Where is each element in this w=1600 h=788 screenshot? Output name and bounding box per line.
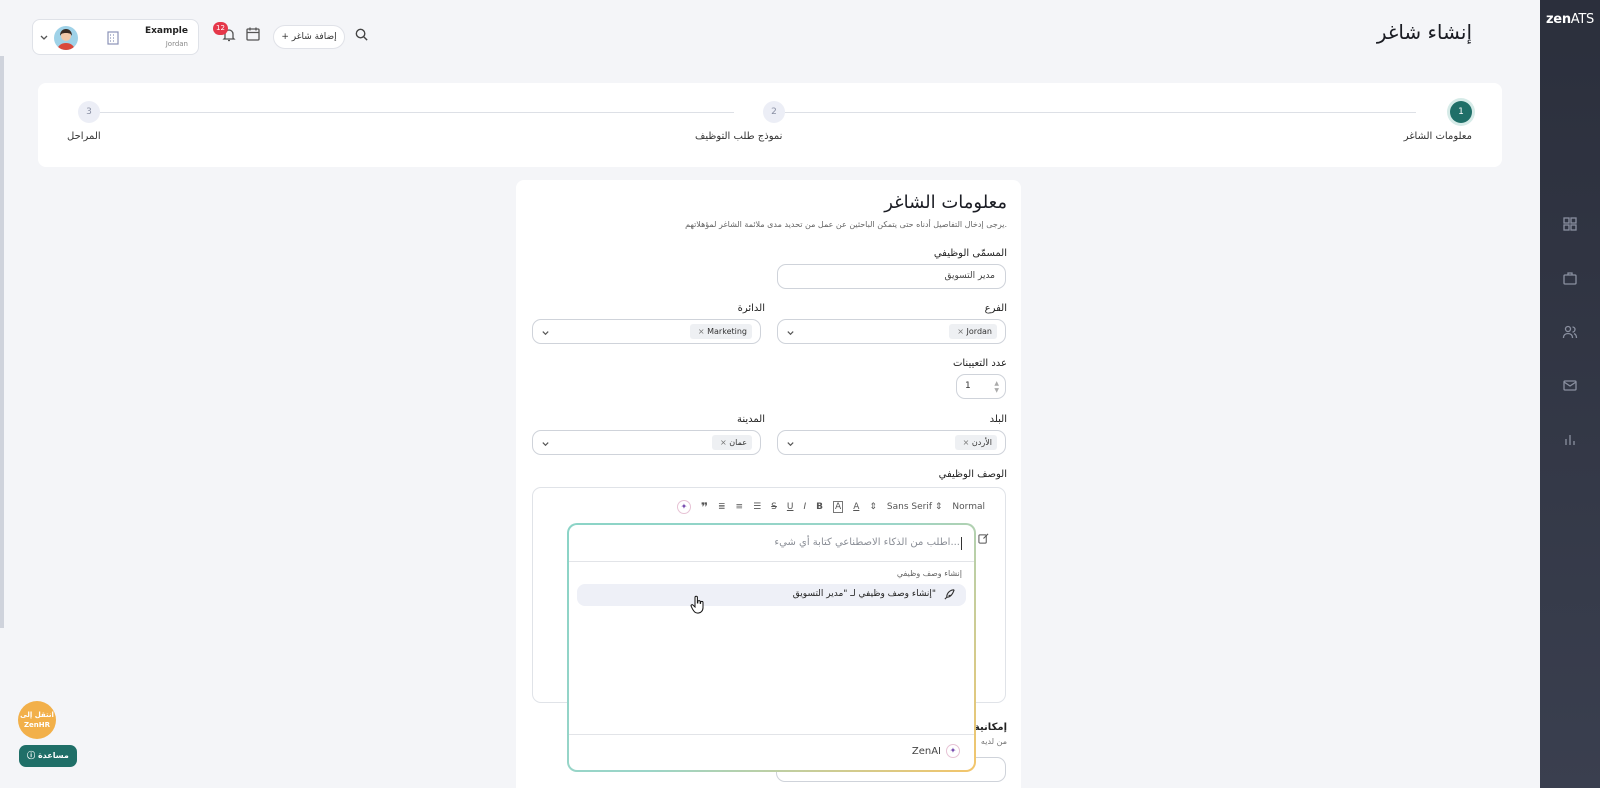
edit-icon[interactable] <box>978 533 989 544</box>
zenats-logo[interactable]: zenATS <box>1540 12 1600 27</box>
department-chip[interactable]: × Marketing <box>689 324 752 339</box>
quote-icon[interactable]: ❞ <box>701 500 708 514</box>
font-select[interactable]: Sans Serif ⇕ <box>887 502 943 512</box>
search-icon[interactable] <box>354 27 369 42</box>
color-select-icon[interactable]: ⇕ <box>869 502 877 512</box>
dashboard-icon[interactable] <box>1562 216 1578 232</box>
calendar-icon[interactable] <box>245 26 261 42</box>
help-button[interactable]: ⓘ مساعدة <box>19 745 77 767</box>
openings-stepper[interactable]: 1 ▲ ▼ <box>956 374 1006 399</box>
zenai-footer: ZenAI ✦ <box>912 744 960 758</box>
step-3-label[interactable]: المراحل <box>67 131 101 142</box>
add-job-button[interactable]: + إضافة شاغر <box>273 25 345 49</box>
step-3-indicator[interactable]: 3 <box>78 101 100 123</box>
form-title: معلومات الشاغر <box>884 192 1007 213</box>
question-icon: ⓘ <box>27 751 36 760</box>
step-connector <box>100 112 734 113</box>
ai-suggestion-text: إنشاء وصف وظيفي لـ "مدير التسويق" <box>792 589 936 599</box>
user-name: Example <box>144 26 188 36</box>
step-2-label[interactable]: نموذج طلب التوظيف <box>695 131 782 142</box>
mail-icon[interactable] <box>1562 377 1578 393</box>
openings-value: 1 <box>965 381 971 391</box>
city-label: المدينة <box>736 414 765 425</box>
city-chip[interactable]: × عمان <box>712 435 752 450</box>
editor-toolbar: Normal Sans Serif ⇕ ⇕ A A B I U S ☰ ≡ ≣ … <box>676 500 985 514</box>
step-connector <box>784 112 1416 113</box>
chevron-down-icon <box>39 32 49 42</box>
form-subtitle: يرجى إدخال التفاصيل أدناه حتى يتمكن البا… <box>685 220 1007 229</box>
spin-arrows-icon[interactable]: ▲ ▼ <box>994 380 999 394</box>
remove-chip-icon[interactable]: × <box>963 438 970 447</box>
country-chip[interactable]: × الأردن <box>954 435 997 450</box>
chevron-down-icon <box>786 328 795 337</box>
department-label: الدائرة <box>737 303 765 314</box>
remove-chip-icon[interactable]: × <box>720 438 727 447</box>
divider <box>569 734 974 735</box>
divider <box>569 561 974 562</box>
department-select[interactable]: × Marketing <box>532 319 761 344</box>
ai-sparkle-icon[interactable]: ✦ <box>676 500 691 514</box>
availability-sublabel: من لديه <box>980 737 1007 746</box>
size-select[interactable]: Normal <box>952 502 985 512</box>
ai-suggestion-item[interactable]: إنشاء وصف وظيفي لـ "مدير التسويق" <box>577 584 966 606</box>
align-icon[interactable]: ≣ <box>718 502 726 512</box>
job-title-label: المسمّى الوظيفي <box>933 248 1007 259</box>
bullet-list-icon[interactable]: ☰ <box>753 502 761 512</box>
reports-icon[interactable] <box>1562 431 1578 447</box>
country-label: البلد <box>989 414 1007 425</box>
move-to-zenhr-button[interactable]: انتقل إلى ZenHR <box>18 701 56 739</box>
availability-label: إمكانية <box>973 722 1007 733</box>
city-select[interactable]: × عمان <box>532 430 761 455</box>
briefcase-icon[interactable] <box>1562 270 1578 286</box>
users-icon[interactable] <box>1562 324 1578 340</box>
remove-chip-icon[interactable]: × <box>698 327 705 336</box>
job-title-value: مدير التسويق <box>944 271 995 281</box>
chevron-down-icon <box>541 439 550 448</box>
app-sidebar: zenATS <box>1540 0 1600 788</box>
stepper: 1 معلومات الشاغر 2 نموذج طلب التوظيف 3 ا… <box>38 83 1502 167</box>
strikethrough-icon[interactable]: S <box>771 502 777 512</box>
remove-chip-icon[interactable]: × <box>957 327 964 336</box>
ai-sparkle-icon: ✦ <box>946 744 960 758</box>
openings-label: عدد التعيينات <box>952 358 1007 369</box>
user-country: Jordan <box>165 40 188 48</box>
notification-badge: 12 <box>213 22 228 35</box>
branch-label: الفرع <box>984 303 1007 314</box>
chevron-down-icon <box>786 439 795 448</box>
underline-icon[interactable]: U <box>787 502 794 512</box>
ai-prompt-popup: اطلب من الذكاء الاصطناعي كتابة أي شيء...… <box>567 523 976 772</box>
branch-chip[interactable]: × Jordan <box>949 324 997 339</box>
hand-cursor-icon <box>690 595 706 615</box>
description-label: الوصف الوظيفي <box>938 469 1007 480</box>
ai-prompt-input[interactable]: اطلب من الذكاء الاصطناعي كتابة أي شيء... <box>774 537 960 548</box>
page-title: إنشاء شاغر <box>1376 20 1472 44</box>
zenai-label: ZenAI <box>911 745 941 757</box>
feather-pen-icon <box>943 588 956 601</box>
step-1-label[interactable]: معلومات الشاغر <box>1404 131 1472 142</box>
chevron-down-icon <box>541 328 550 337</box>
italic-icon[interactable]: I <box>803 502 806 512</box>
avatar <box>54 26 78 50</box>
ai-group-label: إنشاء وصف وظيفي <box>896 569 962 578</box>
highlight-icon[interactable]: A <box>833 501 844 513</box>
text-color-icon[interactable]: A <box>853 502 859 512</box>
step-1-indicator[interactable]: 1 <box>1450 101 1472 123</box>
text-caret <box>961 537 962 550</box>
bold-icon[interactable]: B <box>816 502 823 512</box>
user-switcher[interactable]: Example Jordan <box>32 19 199 55</box>
numbered-list-icon[interactable]: ≡ <box>736 502 744 512</box>
left-rail <box>0 56 4 628</box>
country-select[interactable]: × الأردن <box>777 430 1006 455</box>
job-title-input[interactable]: مدير التسويق <box>777 264 1006 289</box>
branch-select[interactable]: × Jordan <box>777 319 1006 344</box>
step-2-indicator[interactable]: 2 <box>763 101 785 123</box>
company-icon <box>105 30 121 46</box>
